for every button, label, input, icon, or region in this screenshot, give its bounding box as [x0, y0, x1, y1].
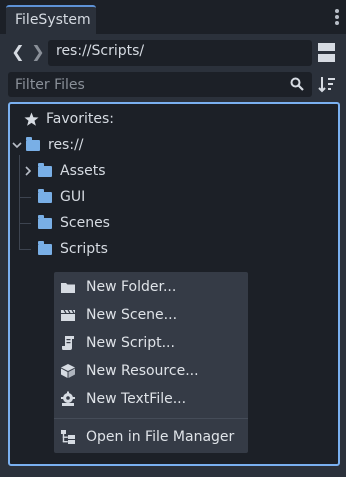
search-icon[interactable] [290, 77, 304, 91]
folder-icon [26, 136, 40, 151]
context-menu: New Folder... New Scene... New Script...… [54, 272, 248, 453]
menu-item-new-scene[interactable]: New Scene... [54, 302, 248, 328]
menu-item-new-resource[interactable]: New Resource... [54, 358, 248, 384]
file-manager-icon [61, 430, 75, 444]
tree-item-scripts[interactable]: Scripts [38, 238, 108, 260]
menu-item-label: New Script... [86, 335, 175, 351]
star-icon [24, 112, 39, 126]
chevron-down-icon[interactable] [12, 140, 22, 150]
tree-guide [19, 249, 31, 250]
folder-icon [38, 214, 52, 229]
tree-guide [19, 197, 31, 198]
forward-button[interactable]: ❯ [30, 41, 46, 63]
script-icon [62, 336, 74, 350]
tree-guide [19, 155, 20, 249]
folder-icon [38, 240, 52, 255]
split-view-icon[interactable] [318, 43, 335, 63]
tree-item-scenes[interactable]: Scenes [38, 212, 110, 234]
folder-label: GUI [60, 189, 86, 205]
favorites-label: Favorites: [46, 111, 114, 127]
menu-item-new-script[interactable]: New Script... [54, 330, 248, 356]
path-field[interactable]: res://Scripts/ [48, 40, 312, 66]
root-label: res:// [48, 137, 84, 153]
menu-item-label: New Resource... [86, 363, 199, 379]
sort-icon[interactable] [318, 75, 336, 93]
menu-item-label: Open in File Manager [86, 429, 235, 445]
menu-item-label: New Scene... [86, 307, 178, 323]
dock-titlebar: FileSystem [0, 0, 346, 34]
tab-label: FileSystem [15, 12, 91, 28]
cube-icon [61, 364, 75, 378]
folder-label: Assets [60, 163, 106, 179]
folder-icon [61, 283, 75, 293]
menu-item-new-textfile[interactable]: New TextFile... [54, 386, 248, 412]
tab-filesystem[interactable]: FileSystem [6, 5, 96, 34]
folder-label: Scripts [60, 241, 108, 257]
filter-files-input[interactable] [8, 72, 312, 97]
clapperboard-icon [61, 309, 75, 321]
tree-item-assets[interactable]: Assets [24, 160, 106, 182]
folder-icon [38, 162, 52, 177]
gear-text-icon [61, 391, 75, 406]
tree-item-favorites[interactable]: Favorites: [24, 108, 114, 130]
chevron-right-icon[interactable] [24, 166, 32, 176]
dock-menu-icon[interactable] [334, 9, 340, 27]
back-button[interactable]: ❮ [10, 41, 26, 63]
folder-label: Scenes [60, 215, 110, 231]
tree-item-gui[interactable]: GUI [38, 186, 85, 208]
tree-guide [19, 223, 31, 224]
menu-item-label: New TextFile... [86, 391, 187, 407]
menu-item-open-in-file-manager[interactable]: Open in File Manager [54, 424, 248, 450]
tree-item-root[interactable]: res:// [12, 134, 84, 156]
menu-item-label: New Folder... [86, 279, 177, 295]
menu-item-new-folder[interactable]: New Folder... [54, 274, 248, 300]
menu-separator [54, 418, 248, 419]
folder-icon [38, 188, 52, 203]
